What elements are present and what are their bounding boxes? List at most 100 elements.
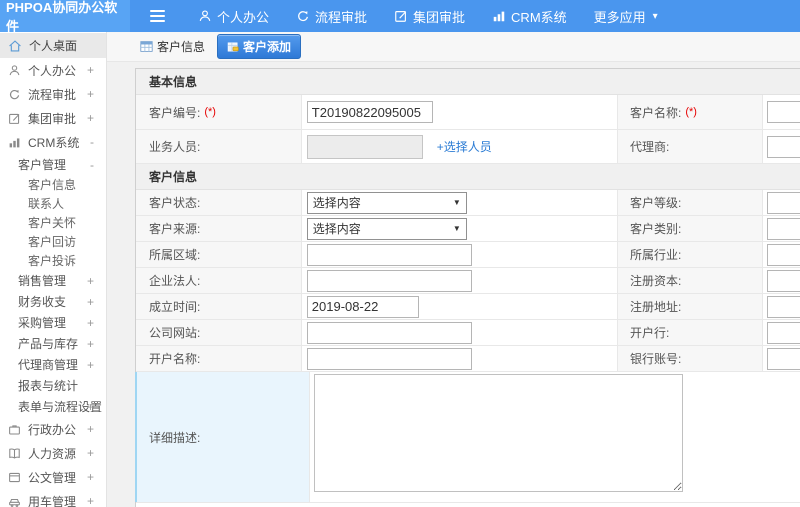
field-label: 开户名称: bbox=[136, 346, 302, 371]
customer-add-form: 基本信息 客户编号:(*) 客户名称:(*) 业务人员: +选择人员 代理商: … bbox=[135, 68, 800, 507]
registered-address-input[interactable] bbox=[767, 295, 800, 318]
tab-customer-add[interactable]: 客户添加 bbox=[217, 34, 302, 59]
sidebar-label: 流程审批 bbox=[28, 87, 77, 102]
sidebar-item-admin-office[interactable]: 行政办公 + bbox=[0, 417, 106, 441]
sidebar-item-product-stock[interactable]: 产品与库存 + bbox=[0, 333, 106, 354]
sidebar-item-process-approval[interactable]: 流程审批 + bbox=[0, 82, 106, 106]
sidebar-item-crm[interactable]: CRM系统 - bbox=[0, 130, 106, 154]
menu-toggle-icon[interactable] bbox=[150, 10, 165, 22]
expand-icon[interactable]: + bbox=[87, 494, 94, 507]
expand-icon[interactable]: + bbox=[87, 295, 94, 309]
nav-process-approval[interactable]: 流程审批 bbox=[296, 7, 367, 26]
tab-customer-info[interactable]: 客户信息 bbox=[136, 35, 209, 58]
field-label: 银行账号: bbox=[618, 346, 763, 371]
customer-name-input[interactable] bbox=[767, 101, 800, 123]
nav-personal-office[interactable]: 个人办公 bbox=[198, 7, 269, 26]
sidebar-item-group-approval[interactable]: 集团审批 + bbox=[0, 106, 106, 130]
customer-category-input[interactable] bbox=[767, 217, 800, 240]
sidebar-item-customer-revisit[interactable]: 客户回访 bbox=[0, 232, 106, 251]
field-label: 注册地址: bbox=[618, 294, 763, 319]
sidebar-label: 用车管理 bbox=[28, 494, 77, 507]
sidebar-item-customer-info[interactable]: 客户信息 bbox=[0, 175, 106, 194]
expand-icon[interactable]: + bbox=[87, 470, 94, 484]
sidebar-label: 集团审批 bbox=[28, 111, 77, 126]
expand-icon[interactable]: + bbox=[87, 400, 94, 414]
sidebar: 个人桌面 个人办公 + 流程审批 + 集团审批 + CRM系统 - 客户管理 -… bbox=[0, 32, 107, 507]
select-arrow-icon: ▼ bbox=[452, 198, 461, 207]
region-input[interactable] bbox=[306, 243, 472, 266]
founded-date-input[interactable] bbox=[306, 295, 419, 318]
legal-person-input[interactable] bbox=[306, 269, 472, 292]
nav-more-apps[interactable]: 更多应用 ▾ bbox=[594, 7, 658, 26]
sidebar-item-customer-mgmt[interactable]: 客户管理 - bbox=[0, 154, 106, 175]
sidebar-item-customer-care[interactable]: 客户关怀 bbox=[0, 213, 106, 232]
expand-icon[interactable]: + bbox=[87, 274, 94, 288]
nav-label: 流程审批 bbox=[315, 9, 368, 25]
chart-icon bbox=[493, 11, 505, 22]
sidebar-label: 公文管理 bbox=[28, 470, 77, 485]
sidebar-label: 联系人 bbox=[28, 197, 65, 211]
sidebar-label: 客户关怀 bbox=[28, 216, 77, 230]
collapse-icon[interactable]: - bbox=[90, 135, 94, 149]
registered-capital-input[interactable] bbox=[767, 269, 800, 292]
sidebar-item-reports[interactable]: 报表与统计 bbox=[0, 375, 106, 396]
customer-code-input[interactable] bbox=[306, 101, 433, 123]
account-name-input[interactable] bbox=[306, 347, 472, 370]
customer-grade-input[interactable] bbox=[767, 191, 800, 214]
sidebar-item-contacts[interactable]: 联系人 bbox=[0, 194, 106, 213]
expand-icon[interactable]: + bbox=[87, 358, 94, 372]
nav-group-approval[interactable]: 集团审批 bbox=[394, 7, 465, 26]
expand-icon[interactable]: + bbox=[87, 87, 94, 101]
sidebar-item-sales-mgmt[interactable]: 销售管理 + bbox=[0, 270, 106, 291]
sidebar-item-personal-office[interactable]: 个人办公 + bbox=[0, 58, 106, 82]
expand-icon[interactable]: + bbox=[87, 63, 94, 77]
sidebar-item-purchase-mgmt[interactable]: 采购管理 + bbox=[0, 312, 106, 333]
select-person-link[interactable]: +选择人员 bbox=[437, 138, 492, 155]
bank-account-input[interactable] bbox=[767, 347, 800, 370]
field-label: 客户状态: bbox=[136, 190, 302, 215]
sidebar-label: 客户管理 bbox=[18, 158, 67, 172]
field-label: 成立时间: bbox=[136, 294, 302, 319]
agent-input[interactable] bbox=[767, 135, 800, 158]
sidebar-item-vehicle-mgmt[interactable]: 用车管理 + bbox=[0, 489, 106, 507]
sidebar-item-desktop[interactable]: 个人桌面 bbox=[0, 33, 106, 58]
bank-branch-input[interactable] bbox=[767, 321, 800, 344]
expand-icon[interactable]: + bbox=[87, 422, 94, 436]
sidebar-item-document-mgmt[interactable]: 公文管理 + bbox=[0, 465, 106, 489]
edit-icon bbox=[395, 11, 407, 22]
collapse-icon[interactable]: - bbox=[90, 158, 94, 172]
sidebar-item-agent-mgmt[interactable]: 代理商管理 + bbox=[0, 354, 106, 375]
field-label: 客户等级: bbox=[618, 190, 763, 215]
customer-status-select[interactable]: 选择内容 ▼ bbox=[306, 191, 467, 214]
expand-icon[interactable]: + bbox=[87, 111, 94, 125]
chart-icon bbox=[9, 137, 20, 147]
expand-icon[interactable]: + bbox=[87, 446, 94, 460]
sidebar-item-finance[interactable]: 财务收支 + bbox=[0, 291, 106, 312]
expand-icon[interactable]: + bbox=[87, 337, 94, 351]
detail-description-textarea[interactable] bbox=[314, 374, 683, 492]
process-icon bbox=[298, 11, 308, 22]
customer-source-select[interactable]: 选择内容 ▼ bbox=[306, 217, 467, 240]
sidebar-item-hr[interactable]: 人力资源 + bbox=[0, 441, 106, 465]
form-row-detail-description: 详细描述: bbox=[135, 372, 800, 503]
expand-icon[interactable]: + bbox=[87, 316, 94, 330]
tab-bar: 客户信息 客户添加 bbox=[107, 32, 800, 62]
form-row-account-name: 开户名称: 银行账号: bbox=[136, 346, 800, 372]
field-label: 开户行: bbox=[618, 320, 763, 345]
edit-icon bbox=[9, 113, 20, 124]
sidebar-item-customer-complaint[interactable]: 客户投诉 bbox=[0, 251, 106, 270]
nav-crm-system[interactable]: CRM系统 bbox=[492, 7, 567, 26]
home-icon bbox=[9, 39, 21, 51]
nav-label: 集团审批 bbox=[413, 9, 466, 25]
add-form-icon bbox=[227, 42, 239, 51]
nav-label: 个人办公 bbox=[217, 9, 270, 25]
form-row-customer-source: 客户来源: 选择内容 ▼ 客户类别: bbox=[136, 216, 800, 242]
sidebar-label: 报表与统计 bbox=[18, 379, 79, 393]
field-label: 客户类别: bbox=[618, 216, 763, 241]
book-icon bbox=[9, 447, 20, 459]
industry-input[interactable] bbox=[767, 243, 800, 266]
sidebar-item-form-flow-settings[interactable]: 表单与流程设置 + bbox=[0, 396, 106, 417]
website-input[interactable] bbox=[306, 321, 472, 344]
main-content: 客户信息 客户添加 基本信息 客户编号:(*) 客户名称:(*) 业务人员: +… bbox=[107, 32, 800, 507]
sidebar-label: 个人桌面 bbox=[29, 39, 78, 53]
